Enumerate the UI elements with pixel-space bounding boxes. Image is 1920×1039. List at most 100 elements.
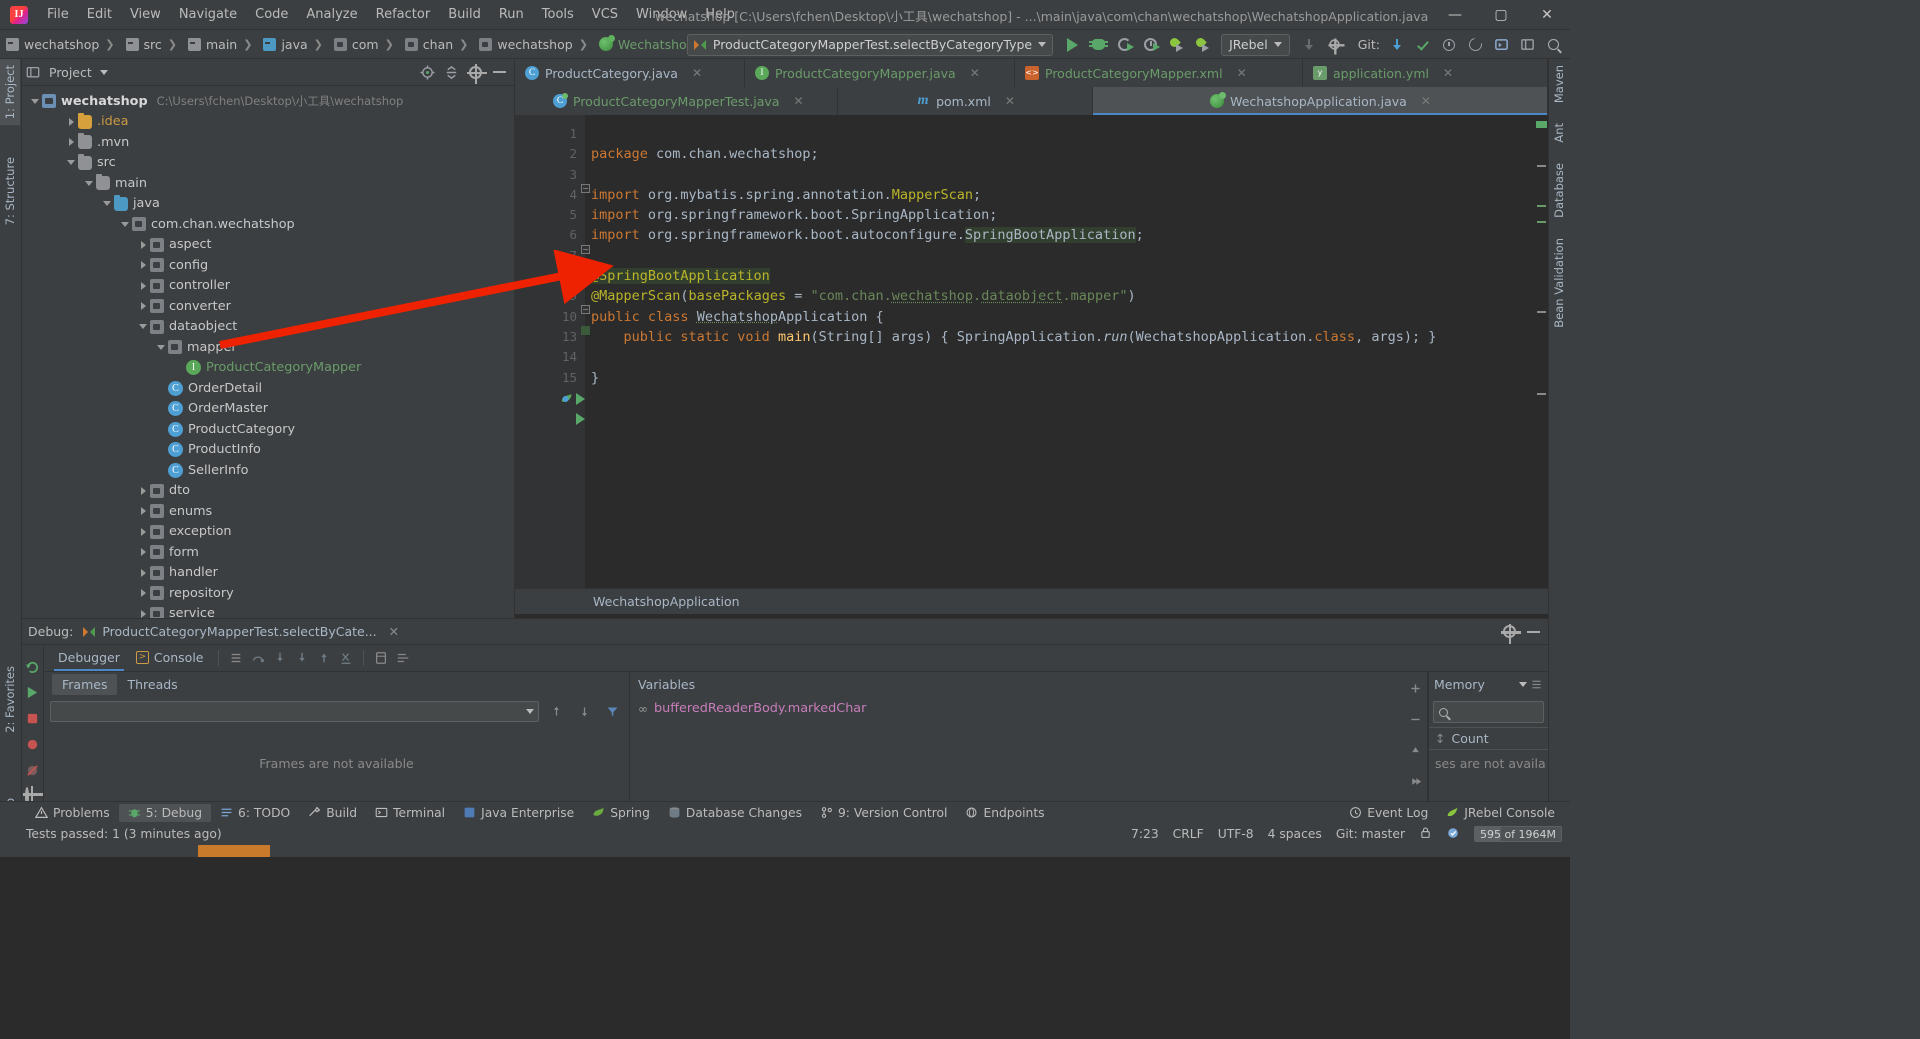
twisty-right-icon[interactable] <box>136 545 150 559</box>
step-over-button[interactable] <box>247 648 269 668</box>
fold-marker-8[interactable] <box>581 326 590 335</box>
twisty-right-icon[interactable] <box>136 566 150 580</box>
tree-row[interactable]: form <box>22 542 514 563</box>
menu-run[interactable]: Run <box>490 4 533 25</box>
tree-row[interactable]: converter <box>22 296 514 317</box>
tree-row[interactable]: dataobject <box>22 317 514 338</box>
twisty-down-icon[interactable] <box>28 94 42 108</box>
analysis-stripe[interactable] <box>1534 115 1548 588</box>
vcs-update-button[interactable] <box>1385 33 1409 57</box>
layout-button[interactable] <box>1515 33 1539 57</box>
caret-position[interactable]: 7:23 <box>1131 827 1159 841</box>
tree-row[interactable]: main <box>22 173 514 194</box>
tree-row[interactable]: enums <box>22 501 514 522</box>
breadcrumb-item-chan[interactable]: chan ❯ <box>401 35 476 54</box>
git-branch[interactable]: Git: master <box>1336 827 1405 841</box>
tool-button-todo[interactable]: 6: TODO <box>211 804 299 822</box>
twisty-right-icon[interactable] <box>64 135 78 149</box>
file-encoding[interactable]: UTF-8 <box>1218 827 1254 841</box>
breadcrumb-item-wechatshop-pkg[interactable]: wechatshop ❯ <box>475 35 595 54</box>
sidebar-tab-favorites[interactable]: 2: Favorites <box>0 660 20 739</box>
chevron-down-icon[interactable] <box>99 69 108 75</box>
tree-row[interactable]: .idea <box>22 112 514 133</box>
close-tab-icon[interactable]: ✕ <box>1237 66 1247 80</box>
tree-row[interactable]: exception <box>22 522 514 543</box>
menu-tools[interactable]: Tools <box>533 4 583 25</box>
inspection-widget-icon[interactable] <box>1446 826 1460 843</box>
tool-button-debug[interactable]: 5: Debug <box>118 803 212 822</box>
show-execution-point-button[interactable] <box>225 648 247 668</box>
menu-file[interactable]: File <box>38 4 78 25</box>
menu-view[interactable]: View <box>121 4 170 25</box>
tool-button-database-changes[interactable]: Database Changes <box>659 804 811 822</box>
expand-watches-button[interactable] <box>1404 771 1426 791</box>
twisty-right-icon[interactable] <box>136 484 150 498</box>
close-session-icon[interactable]: ✕ <box>389 624 399 639</box>
update-project-button[interactable] <box>1297 33 1321 57</box>
resume-program-icon[interactable] <box>25 685 41 701</box>
memory-search-field[interactable] <box>1433 701 1544 723</box>
menu-vcs[interactable]: VCS <box>583 4 627 25</box>
minimize-button[interactable]: — <box>1432 0 1478 30</box>
sidebar-tab-project[interactable]: 1: Project <box>0 59 20 126</box>
close-tab-icon[interactable]: ✕ <box>1443 66 1453 80</box>
variable-row[interactable]: ∞ bufferedReaderBody.markedChar <box>630 697 1403 716</box>
tree-row[interactable]: aspect <box>22 235 514 256</box>
tree-row[interactable]: C SellerInfo <box>22 460 514 481</box>
run-to-cursor-button[interactable] <box>335 648 357 668</box>
tree-row[interactable]: C OrderDetail <box>22 378 514 399</box>
editor-tab-product-category-mapper-xml[interactable]: <> ProductCategoryMapper.xml ✕ <box>1015 59 1303 87</box>
tool-button-build[interactable]: Build <box>299 804 366 822</box>
subtab-frames[interactable]: Frames <box>52 674 118 695</box>
remove-watch-button[interactable] <box>1404 709 1426 729</box>
add-watch-button[interactable] <box>1404 678 1426 698</box>
menu-edit[interactable]: Edit <box>78 4 121 25</box>
tree-row[interactable]: controller <box>22 276 514 297</box>
sidebar-tab-ant[interactable]: Ant <box>1549 117 1569 149</box>
twisty-down-icon[interactable] <box>64 156 78 170</box>
tool-button-event-log[interactable]: Event Log <box>1340 804 1437 822</box>
tree-row[interactable]: com.chan.wechatshop <box>22 214 514 235</box>
stop-icon[interactable] <box>25 711 41 727</box>
close-tab-icon[interactable]: ✕ <box>793 94 803 108</box>
tab-debugger[interactable]: Debugger <box>50 646 128 671</box>
tool-button-terminal[interactable]: Terminal <box>366 804 454 822</box>
indent-setting[interactable]: 4 spaces <box>1268 827 1322 841</box>
run-main-gutter-icon[interactable] <box>576 413 585 425</box>
editor-tab-pom-xml[interactable]: m pom.xml ✕ <box>838 87 1093 115</box>
thread-selector[interactable] <box>50 701 539 722</box>
twisty-right-icon[interactable] <box>136 504 150 518</box>
twisty-right-icon[interactable] <box>136 258 150 272</box>
settings-sync-button[interactable] <box>1323 33 1347 57</box>
memory-count-header[interactable]: ↕ Count <box>1429 727 1548 750</box>
tool-button-version-control[interactable]: 9: Version Control <box>811 804 956 822</box>
twisty-right-icon[interactable] <box>64 115 78 129</box>
close-button[interactable]: ✕ <box>1524 0 1570 30</box>
twisty-right-icon[interactable] <box>136 607 150 618</box>
taskbar-active-item[interactable] <box>198 845 270 857</box>
profile-button[interactable] <box>1138 33 1162 57</box>
fold-marker-5[interactable]: − <box>581 245 590 254</box>
run-gutter-icon[interactable] <box>576 393 585 405</box>
step-into-button[interactable] <box>269 648 291 668</box>
jrebel-debug-button[interactable] <box>1190 33 1214 57</box>
tree-row[interactable]: dto <box>22 481 514 502</box>
move-watch-up-button[interactable] <box>1404 740 1426 760</box>
vcs-commit-button[interactable] <box>1411 33 1435 57</box>
evaluate-expression-button[interactable] <box>370 648 392 668</box>
search-everywhere-button[interactable] <box>1541 33 1565 57</box>
sidebar-tab-database[interactable]: Database <box>1549 157 1569 224</box>
chevron-down-icon[interactable] <box>1519 682 1527 687</box>
line-separator[interactable]: CRLF <box>1173 827 1204 841</box>
tool-button-problems[interactable]: Problems <box>26 804 119 822</box>
twisty-down-icon[interactable] <box>82 176 96 190</box>
force-step-into-button[interactable] <box>291 648 313 668</box>
vcs-history-button[interactable] <box>1437 33 1461 57</box>
mute-breakpoints-icon[interactable] <box>25 763 41 779</box>
editor-tab-product-category-mapper-test[interactable]: C ProductCategoryMapperTest.java ✕ <box>543 87 838 115</box>
vcs-rollback-button[interactable] <box>1463 33 1487 57</box>
tree-row[interactable]: handler <box>22 563 514 584</box>
close-tab-icon[interactable]: ✕ <box>1421 94 1431 108</box>
debug-settings-button[interactable] <box>1498 621 1522 644</box>
twisty-down-icon[interactable] <box>154 340 168 354</box>
